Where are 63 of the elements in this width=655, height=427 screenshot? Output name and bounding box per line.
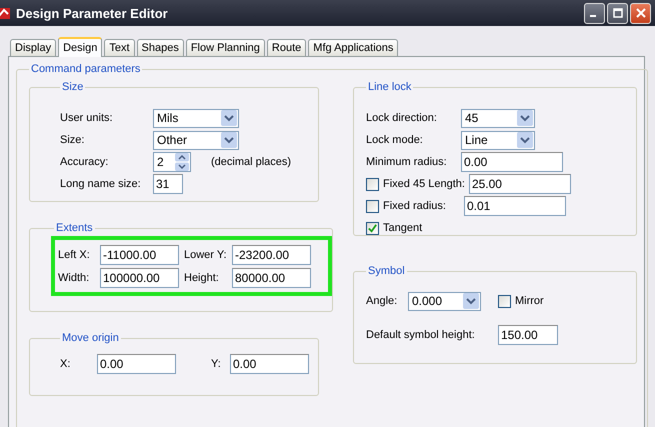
tab[interactable]: Route — [266, 39, 306, 56]
group-title: Line lock — [367, 81, 412, 93]
field-label: Height: — [184, 272, 220, 284]
dropdown[interactable]: 0.000 — [408, 292, 481, 310]
field-label: Width: — [58, 272, 90, 284]
group-title: Symbol — [367, 265, 406, 277]
tab[interactable]: Display — [10, 39, 56, 56]
group-title: Command parameters — [30, 63, 142, 75]
maximize-icon — [612, 8, 622, 18]
field-label: Size: — [60, 134, 86, 146]
group-title: Move origin — [61, 332, 120, 344]
window-title: Design Parameter Editor — [16, 6, 169, 20]
checkbox-label: Tangent — [383, 222, 422, 234]
input-field[interactable]: 0.00 — [97, 354, 176, 374]
input-field[interactable]: 31 — [153, 174, 183, 194]
tab[interactable]: Shapes — [136, 39, 184, 56]
input-field[interactable]: -23200.00 — [232, 245, 311, 265]
checkbox[interactable] — [366, 222, 379, 234]
field-label: X: — [60, 358, 72, 370]
checkbox[interactable] — [366, 178, 379, 190]
checkbox[interactable] — [366, 200, 379, 212]
field-label: Accuracy: — [60, 156, 110, 168]
spinner-arrows-icon — [175, 153, 189, 171]
dropdown[interactable]: 45 — [461, 108, 535, 128]
field-label: Fixed 45 Length: — [383, 178, 465, 190]
tab[interactable]: Mfg Applications — [308, 39, 398, 56]
input-field[interactable]: 25.00 — [468, 174, 571, 194]
dropdown[interactable]: Mils — [153, 108, 239, 128]
field-label: Fixed radius: — [383, 200, 447, 212]
tab[interactable]: Design — [58, 37, 102, 57]
input-field[interactable]: 100000.00 — [100, 268, 179, 288]
app-icon — [0, 5, 12, 21]
tab[interactable]: Text — [104, 39, 135, 56]
minimize-button[interactable] — [584, 2, 605, 24]
close-button[interactable] — [630, 2, 651, 24]
spinner-field[interactable]: 2 — [153, 152, 191, 172]
field-label: Long name size: — [60, 178, 142, 190]
field-label: Y: — [211, 358, 222, 370]
maximize-button[interactable] — [607, 2, 628, 24]
input-field[interactable]: 80000.00 — [232, 268, 311, 288]
field-label: User units: — [60, 112, 114, 124]
input-field[interactable]: 0.00 — [461, 152, 563, 172]
group-title: Size — [61, 81, 84, 93]
dropdown[interactable]: Other — [153, 130, 239, 150]
field-label: Angle: — [366, 295, 398, 307]
input-field[interactable]: 0.00 — [230, 354, 309, 374]
tab[interactable]: Flow Planning — [186, 39, 265, 56]
hint-text: (decimal places) — [211, 156, 292, 168]
input-field[interactable]: 0.01 — [464, 196, 566, 216]
field-label: Lower Y: — [184, 249, 228, 261]
input-field[interactable]: -11000.00 — [100, 245, 179, 265]
close-icon — [636, 8, 646, 18]
field-label: Left X: — [58, 249, 91, 261]
checkbox-label: Mirror — [515, 295, 544, 307]
minimize-icon — [590, 15, 596, 17]
input-field[interactable]: 150.00 — [498, 325, 558, 345]
dropdown[interactable]: Line — [461, 130, 535, 150]
field-label: Lock mode: — [366, 134, 424, 146]
checkbox[interactable] — [498, 294, 511, 308]
field-label: Default symbol height: — [366, 329, 476, 341]
group-title: Extents — [55, 222, 94, 234]
field-label: Minimum radius: — [366, 156, 448, 168]
field-label: Lock direction: — [366, 112, 438, 124]
